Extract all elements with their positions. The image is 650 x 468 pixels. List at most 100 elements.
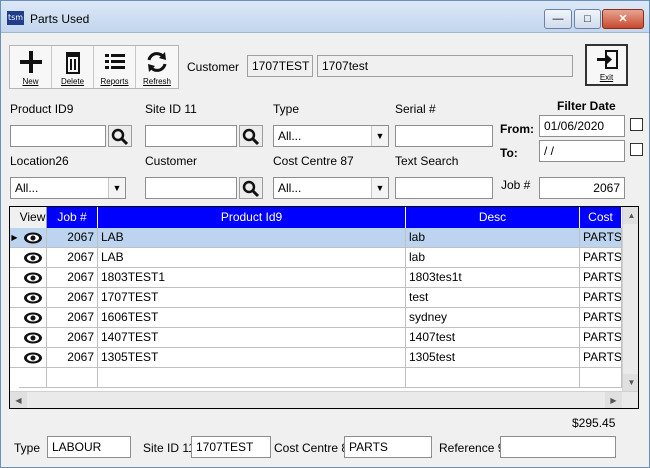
new-button[interactable]: New: [10, 46, 52, 88]
job-cell: 2067: [47, 288, 98, 308]
maximize-button[interactable]: □: [574, 9, 601, 29]
from-date-checkbox[interactable]: [630, 118, 643, 131]
reports-label: Reports: [100, 77, 129, 86]
customer-filter-label: Customer: [145, 154, 198, 168]
table-row[interactable]: ▶ 2067 LAB lab PARTS: [10, 228, 622, 248]
footer-reference-label: Reference 9: [439, 441, 505, 455]
title-bar: tsm Parts Used — □ ✕: [1, 1, 649, 33]
product-cell: 1707TEST: [98, 288, 406, 308]
table-row[interactable]: 2067 1707TEST test PARTS: [10, 288, 622, 308]
view-button[interactable]: [19, 228, 47, 248]
horizontal-scrollbar[interactable]: ◀ ▶: [10, 391, 638, 408]
view-button[interactable]: [19, 268, 47, 288]
chevron-down-icon: ▼: [371, 126, 388, 146]
cost-cell: PARTS: [580, 288, 622, 308]
footer-reference-field[interactable]: [500, 436, 616, 458]
scroll-left-icon[interactable]: ◀: [10, 392, 27, 408]
column-header-job[interactable]: Job #: [47, 207, 98, 228]
cost-centre-select[interactable]: All... ▼: [273, 177, 389, 199]
cost-cell: PARTS: [580, 348, 622, 368]
table-row[interactable]: 2067 1606TEST sydney PARTS: [10, 308, 622, 328]
empty-cell: [47, 368, 98, 388]
customer-filter-input[interactable]: [145, 177, 237, 199]
column-header-view[interactable]: View: [19, 207, 47, 228]
text-search-input[interactable]: [395, 177, 493, 199]
location-label: Location26: [10, 154, 69, 168]
delete-button[interactable]: Delete: [52, 46, 94, 88]
column-header-desc[interactable]: Desc: [406, 207, 580, 228]
from-date-input[interactable]: 01/06/2020: [539, 115, 625, 137]
to-date-checkbox[interactable]: [630, 143, 643, 156]
table-row[interactable]: 2067 1407TEST 1407test PARTS: [10, 328, 622, 348]
list-icon: [104, 54, 125, 69]
eye-icon: [23, 332, 43, 347]
desc-cell: 1407test: [406, 328, 580, 348]
desc-cell: 1803tes1t: [406, 268, 580, 288]
product-id-label: Product ID9: [10, 102, 74, 116]
cost-cell: PARTS: [580, 248, 622, 268]
row-indicator: [10, 348, 19, 368]
site-id-label: Site ID 11: [145, 102, 197, 116]
empty-cell: [19, 368, 47, 388]
view-button[interactable]: [19, 288, 47, 308]
minimize-button[interactable]: —: [544, 9, 572, 29]
table-row[interactable]: 2067 1305TEST 1305test PARTS: [10, 348, 622, 368]
eye-icon: [23, 352, 43, 367]
search-icon: [111, 128, 129, 146]
empty-cell: [580, 368, 622, 388]
scroll-up-icon[interactable]: ▲: [623, 207, 638, 224]
scroll-down-icon[interactable]: ▼: [623, 374, 638, 391]
job-label: Job #: [501, 178, 531, 192]
window-title: Parts Used: [30, 12, 90, 26]
cost-cell: PARTS: [580, 328, 622, 348]
refresh-button[interactable]: Refresh: [136, 46, 178, 88]
header-corner: [10, 207, 19, 228]
site-id-search-button[interactable]: [239, 125, 263, 147]
serial-input[interactable]: [395, 125, 493, 147]
exit-label: Exit: [599, 73, 614, 82]
table-row[interactable]: 2067 1803TEST1 1803tes1t PARTS: [10, 268, 622, 288]
location-select[interactable]: All... ▼: [10, 177, 126, 199]
table-row[interactable]: 2067 LAB lab PARTS: [10, 248, 622, 268]
footer-cost-centre-field[interactable]: PARTS: [344, 436, 432, 458]
parts-used-window: tsm Parts Used — □ ✕ New Delete Reports …: [0, 0, 650, 468]
new-label: New: [22, 77, 39, 86]
view-button[interactable]: [19, 348, 47, 368]
location-select-value: All...: [15, 181, 39, 195]
close-button[interactable]: ✕: [602, 9, 644, 29]
footer-site-id-field[interactable]: 1707TEST: [191, 436, 271, 458]
exit-button[interactable]: Exit: [585, 44, 628, 86]
app-icon: tsm: [7, 11, 24, 25]
job-input[interactable]: 2067: [539, 177, 625, 199]
column-header-product[interactable]: Product Id9: [98, 207, 406, 228]
desc-cell: 1305test: [406, 348, 580, 368]
site-id-input[interactable]: [145, 125, 237, 147]
column-header-cost[interactable]: Cost: [580, 207, 622, 228]
type-select-value: All...: [278, 129, 302, 143]
footer-cost-centre-label: Cost Centre 8: [274, 441, 349, 455]
view-button[interactable]: [19, 328, 47, 348]
job-cell: 2067: [47, 348, 98, 368]
product-id-input[interactable]: [10, 125, 106, 147]
cost-centre-label: Cost Centre 87: [273, 154, 354, 168]
vertical-scrollbar[interactable]: ▲ ▼: [622, 207, 638, 391]
row-indicator: [10, 268, 19, 288]
footer-type-field[interactable]: LABOUR: [47, 436, 131, 458]
empty-cell: [406, 368, 580, 388]
customer-label: Customer: [187, 60, 240, 74]
job-cell: 2067: [47, 268, 98, 288]
reports-button[interactable]: Reports: [94, 46, 136, 88]
desc-cell: sydney: [406, 308, 580, 328]
view-button[interactable]: [19, 308, 47, 328]
type-select[interactable]: All... ▼: [273, 125, 389, 147]
view-button[interactable]: [19, 248, 47, 268]
scroll-right-icon[interactable]: ▶: [605, 392, 622, 408]
customer-name-field: 1707test: [317, 55, 573, 77]
to-date-input[interactable]: / /: [539, 140, 625, 162]
product-id-search-button[interactable]: [108, 125, 132, 147]
eye-icon: [23, 292, 43, 307]
plus-icon: [19, 51, 42, 73]
job-cell: 2067: [47, 328, 98, 348]
empty-row: [10, 368, 622, 388]
customer-search-button[interactable]: [239, 177, 263, 199]
